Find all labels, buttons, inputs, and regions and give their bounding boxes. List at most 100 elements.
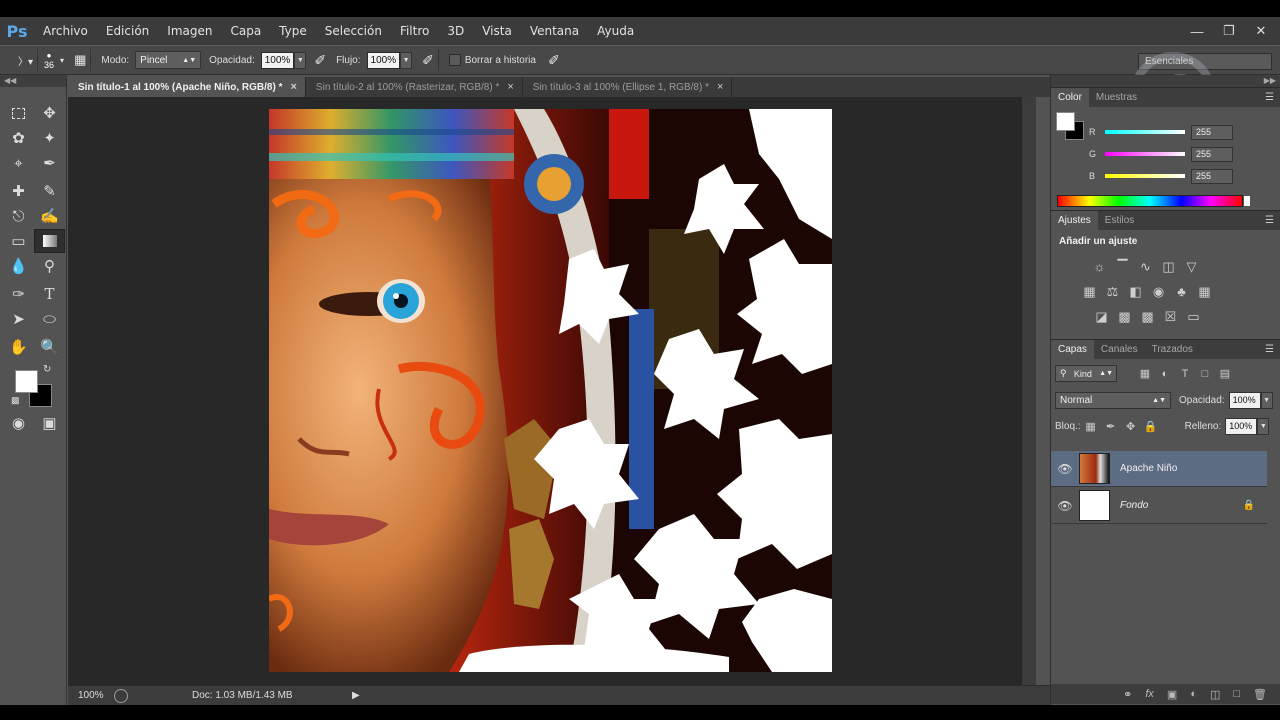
color-balance-icon[interactable]: ⚖ (1104, 283, 1121, 300)
mode-dropdown[interactable]: Pincel ▲▼ (135, 51, 202, 69)
zoom-level[interactable]: 100% (68, 690, 108, 701)
close-icon[interactable]: × (717, 81, 723, 93)
panel-menu-icon[interactable]: ☰ (1265, 92, 1274, 103)
filter-type-icon[interactable]: T (1175, 368, 1195, 380)
red-slider[interactable] (1105, 130, 1185, 134)
menu-ayuda[interactable]: Ayuda (588, 24, 643, 38)
pressure-size-icon[interactable]: ✐ (548, 52, 560, 69)
restore-icon[interactable]: ❐ (1220, 23, 1238, 39)
menu-vista[interactable]: Vista (473, 24, 521, 38)
menu-imagen[interactable]: Imagen (158, 24, 221, 38)
foreground-color-swatch[interactable] (1056, 112, 1075, 131)
lock-pixels-icon[interactable]: ✒ (1101, 420, 1121, 433)
delete-layer-icon[interactable]: 🗑 (1253, 688, 1267, 701)
tab-sin-titulo-2[interactable]: Sin título-2 al 100% (Rasterizar, RGB/8)… (306, 77, 523, 97)
eyedropper-tool-icon[interactable]: ✒ (34, 151, 65, 175)
invert-icon[interactable]: ◪ (1093, 308, 1110, 325)
chevron-down-icon[interactable]: ▼ (1257, 418, 1270, 435)
layer-style-icon[interactable]: fx (1145, 688, 1154, 700)
path-selection-tool-icon[interactable]: ➤ (3, 307, 34, 331)
new-layer-icon[interactable]: □ (1233, 688, 1240, 700)
default-colors-icon[interactable]: ▩ (11, 395, 20, 406)
move-tool-icon[interactable]: ✥ (34, 101, 65, 125)
document-canvas[interactable] (269, 109, 832, 672)
vibrance-icon[interactable]: ▽ (1183, 258, 1200, 275)
channel-mixer-icon[interactable]: ♣ (1173, 283, 1190, 300)
hand-tool-icon[interactable]: ✋ (3, 335, 34, 359)
chevron-down-icon[interactable]: ▾ (60, 56, 64, 65)
brush-panel-icon[interactable]: ▦ (74, 52, 86, 68)
menu-seleccion[interactable]: Selección (316, 24, 391, 38)
eraser-tool-icon[interactable]: ▭ (3, 229, 34, 253)
kind-filter-dropdown[interactable]: ⚲ Kind ▲▼ (1055, 365, 1117, 382)
new-group-icon[interactable]: ◫ (1210, 688, 1220, 701)
blend-mode-dropdown[interactable]: Normal ▲▼ (1055, 392, 1171, 409)
close-icon[interactable]: × (507, 81, 513, 93)
chevron-down-icon[interactable]: ▼ (1260, 392, 1273, 409)
color-lookup-icon[interactable]: ▦ (1196, 283, 1213, 300)
tab-ajustes[interactable]: Ajustes (1051, 210, 1098, 231)
photo-filter-icon[interactable]: ◉ (1150, 283, 1167, 300)
layer-apache-nino[interactable]: 👁 Apache Niño (1051, 451, 1267, 487)
close-icon[interactable]: ✕ (1252, 23, 1270, 39)
gradient-map-icon[interactable]: ▭ (1185, 308, 1202, 325)
healing-brush-tool-icon[interactable]: ✚ (3, 179, 34, 203)
close-icon[interactable]: × (290, 81, 296, 93)
visibility-eye-icon[interactable]: 👁 (1051, 499, 1079, 513)
tab-trazados[interactable]: Trazados (1145, 340, 1200, 360)
lasso-tool-icon[interactable]: ✿ (3, 126, 34, 150)
blur-tool-icon[interactable]: 💧 (3, 254, 34, 278)
panel-menu-icon[interactable]: ☰ (1265, 344, 1274, 355)
menu-filtro[interactable]: Filtro (391, 24, 438, 38)
tab-capas[interactable]: Capas (1051, 339, 1094, 360)
opacity-value[interactable]: 100% (260, 51, 295, 69)
brush-tool-icon[interactable]: ✎ (34, 179, 65, 203)
vertical-scrollbar[interactable] (1022, 97, 1036, 685)
fill-value[interactable]: 100% (1225, 418, 1258, 435)
magic-wand-tool-icon[interactable]: ✦ (34, 126, 65, 150)
pressure-opacity-icon[interactable]: ✐ (314, 52, 326, 69)
quick-mask-icon[interactable]: ◉ (3, 411, 34, 435)
filter-adjustment-icon[interactable]: ◐ (1155, 368, 1175, 380)
proof-icon[interactable] (114, 688, 128, 703)
chevron-down-icon[interactable]: ▼ (400, 51, 413, 69)
zoom-tool-icon[interactable]: 🔍 (34, 335, 65, 359)
ellipse-tool-icon[interactable]: ⬭ (34, 307, 65, 331)
brightness-icon[interactable]: ☼ (1091, 258, 1108, 275)
pen-tool-icon[interactable]: ✑ (3, 282, 34, 306)
threshold-icon[interactable]: ▩ (1139, 308, 1156, 325)
tab-canales[interactable]: Canales (1094, 340, 1145, 360)
posterize-icon[interactable]: ▩ (1116, 308, 1133, 325)
dodge-tool-icon[interactable]: ⚲ (34, 254, 65, 278)
opacity-field[interactable]: 100% ▼ (260, 51, 307, 69)
history-brush-tool-icon[interactable]: ✍ (34, 204, 65, 228)
tab-sin-titulo-3[interactable]: Sin título-3 al 100% (Ellipse 1, RGB/8) … (523, 77, 733, 97)
green-slider[interactable] (1105, 152, 1185, 156)
brush-size-picker[interactable]: ● 36 (44, 51, 54, 70)
levels-icon[interactable]: ▔ (1114, 258, 1131, 275)
menu-3d[interactable]: 3D (438, 24, 473, 38)
hue-saturation-icon[interactable]: ▦ (1081, 283, 1098, 300)
new-adjustment-icon[interactable]: ◐ (1190, 688, 1197, 700)
selective-color-icon[interactable]: ☒ (1162, 308, 1179, 325)
add-mask-icon[interactable]: ▣ (1167, 688, 1177, 701)
collapse-icon[interactable]: ◀◀ (0, 75, 66, 87)
blue-slider[interactable] (1105, 174, 1185, 178)
erase-history-checkbox[interactable] (448, 54, 461, 66)
visibility-eye-icon[interactable]: 👁 (1051, 462, 1079, 476)
crop-tool-icon[interactable]: ⌖ (3, 151, 34, 175)
black-white-icon[interactable]: ◧ (1127, 283, 1144, 300)
menu-capa[interactable]: Capa (221, 24, 270, 38)
panel-menu-icon[interactable]: ☰ (1265, 215, 1274, 226)
swap-colors-icon[interactable]: ↻ (43, 364, 51, 375)
lock-transparency-icon[interactable]: ▦ (1081, 420, 1101, 433)
tab-color[interactable]: Color (1051, 87, 1089, 108)
foreground-color-swatch[interactable] (15, 370, 38, 393)
color-spectrum[interactable] (1057, 195, 1250, 207)
green-value[interactable]: 255 (1191, 146, 1233, 162)
tab-sin-titulo-1[interactable]: Sin título-1 al 100% (Apache Niño, RGB/8… (68, 77, 306, 97)
menu-ventana[interactable]: Ventana (521, 24, 588, 38)
gradient-tool-icon[interactable] (34, 229, 65, 253)
expand-icon[interactable]: ▶▶ (1051, 75, 1280, 87)
flow-field[interactable]: 100% ▼ (366, 51, 413, 69)
